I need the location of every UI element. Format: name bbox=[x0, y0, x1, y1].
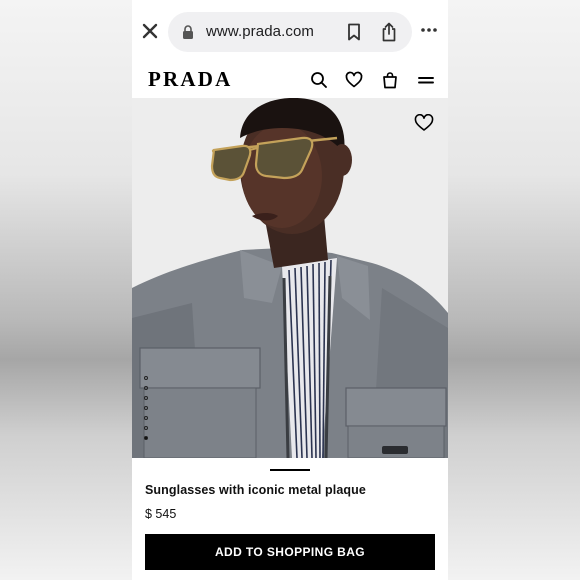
gallery-dot[interactable] bbox=[144, 416, 148, 420]
product-price: $ 545 bbox=[145, 507, 177, 521]
gallery-dot[interactable] bbox=[144, 396, 148, 400]
phone-screen: www.prada.com PRADA Sunglasses with icon… bbox=[132, 0, 448, 580]
gallery-dot[interactable] bbox=[144, 406, 148, 410]
address-bar[interactable]: www.prada.com bbox=[168, 12, 412, 52]
gallery-dot[interactable] bbox=[144, 376, 148, 380]
gallery-dot[interactable] bbox=[144, 426, 148, 430]
prada-logo[interactable]: PRADA bbox=[148, 67, 233, 92]
product-image[interactable] bbox=[132, 98, 448, 458]
background-right bbox=[448, 0, 580, 580]
shopping-bag-icon[interactable] bbox=[381, 71, 399, 89]
favorite-icon[interactable] bbox=[414, 114, 434, 132]
search-icon[interactable] bbox=[310, 71, 328, 89]
browser-toolbar: www.prada.com bbox=[132, 0, 448, 60]
menu-icon[interactable] bbox=[417, 71, 435, 89]
more-icon[interactable] bbox=[420, 26, 438, 34]
add-to-bag-button[interactable]: ADD TO SHOPPING BAG bbox=[145, 534, 435, 570]
heart-icon[interactable] bbox=[345, 71, 363, 89]
page-indicator bbox=[270, 469, 310, 471]
bookmark-icon[interactable] bbox=[346, 23, 362, 41]
product-name: Sunglasses with iconic metal plaque bbox=[145, 483, 366, 497]
gallery-dot-active[interactable] bbox=[144, 436, 148, 440]
url-text: www.prada.com bbox=[206, 23, 315, 40]
lock-icon bbox=[183, 25, 193, 39]
site-header: PRADA bbox=[132, 60, 448, 98]
close-icon[interactable] bbox=[141, 22, 159, 40]
gallery-dot[interactable] bbox=[144, 386, 148, 390]
model-photo bbox=[132, 98, 448, 458]
gallery-dots bbox=[144, 376, 150, 446]
share-icon[interactable] bbox=[380, 22, 398, 42]
background-left bbox=[0, 0, 132, 580]
